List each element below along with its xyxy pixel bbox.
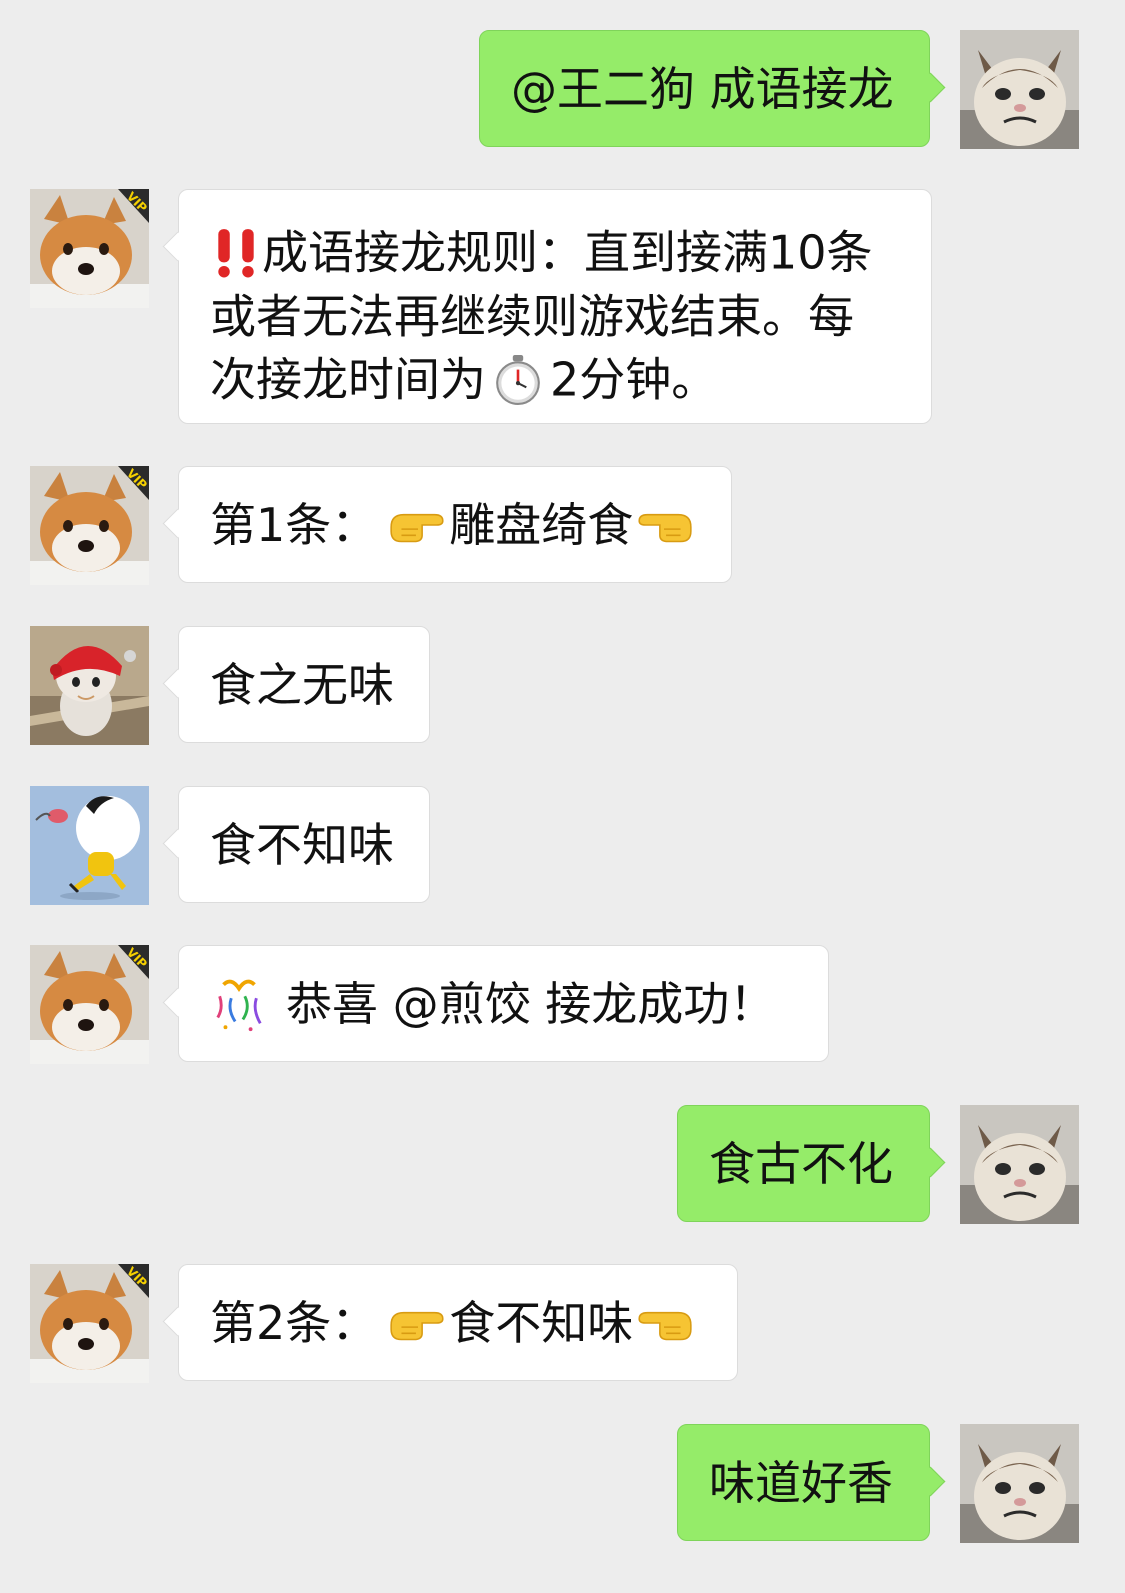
grumpy-cat-avatar[interactable] [960, 1105, 1079, 1224]
incoming-message-bubble[interactable]: 食之无味 [178, 626, 430, 743]
message-line: 2分钟。 [550, 352, 718, 407]
message-line: 成语接龙规则：直到接满10条 [262, 225, 873, 280]
message-text: 恭喜 @煎饺 接龙成功！ [286, 976, 776, 1031]
incoming-message-bubble[interactable]: 成语接龙规则：直到接满10条 或者无法再继续则游戏结束。每 次接龙时间为 2分钟。 [178, 189, 932, 424]
shiba-vip-avatar[interactable] [30, 945, 149, 1064]
pointing-left-icon [633, 1302, 695, 1344]
message-text: 食不知味 [449, 1295, 634, 1350]
shiba-vip-avatar[interactable] [30, 466, 149, 585]
cartoon-runner-avatar[interactable] [30, 786, 149, 905]
incoming-message-bubble[interactable]: 食不知味 [178, 786, 430, 903]
message-text: 食之无味 [210, 657, 394, 712]
message-text: @王二狗 成语接龙 [511, 61, 894, 116]
grumpy-cat-avatar[interactable] [960, 1424, 1079, 1543]
stopwatch-icon [492, 354, 544, 406]
message-line: 或者无法再继续则游戏结束。每 [210, 289, 854, 343]
message-text: 雕盘绮食 [449, 497, 634, 552]
message-prefix: 第1条： [210, 497, 378, 552]
outgoing-message-bubble[interactable]: @王二狗 成语接龙 [479, 30, 930, 147]
outgoing-message-bubble[interactable]: 味道好香 [677, 1424, 930, 1541]
message-text: 食不知味 [210, 817, 394, 872]
message-line: 次接龙时间为 [210, 352, 486, 407]
shiba-vip-avatar[interactable] [30, 189, 149, 308]
grumpy-cat-avatar[interactable] [960, 30, 1079, 149]
incoming-message-bubble[interactable]: 第2条： 食不知味 [178, 1264, 738, 1381]
pointing-left-icon [633, 504, 695, 546]
chat-conversation: @王二狗 成语接龙 成语接龙规则：直到接满10条 或者无法再继续则游戏结束。每 … [0, 0, 1125, 1593]
shiba-vip-avatar[interactable] [30, 1264, 149, 1383]
incoming-message-bubble[interactable]: 恭喜 @煎饺 接龙成功！ [178, 945, 829, 1062]
incoming-message-bubble[interactable]: 第1条： 雕盘绮食 [178, 466, 732, 583]
pointing-right-icon [387, 1302, 449, 1344]
cat-red-hat-avatar[interactable] [30, 626, 149, 745]
message-prefix: 第2条： [210, 1295, 378, 1350]
pointing-right-icon [387, 504, 449, 546]
double-exclamation-icon [210, 227, 262, 279]
outgoing-message-bubble[interactable]: 食古不化 [677, 1105, 930, 1222]
message-text: 味道好香 [709, 1455, 893, 1510]
confetti-icon [210, 975, 268, 1033]
message-text: 食古不化 [709, 1136, 893, 1191]
